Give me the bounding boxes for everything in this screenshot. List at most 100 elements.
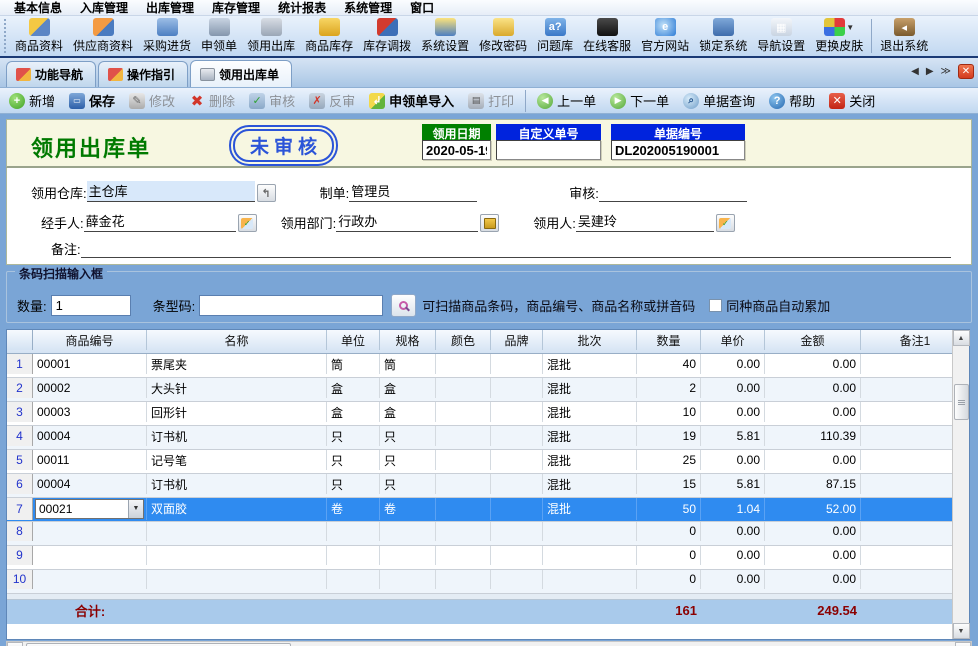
table-cell[interactable] (380, 546, 436, 565)
row-number-cell[interactable]: 5 (7, 450, 33, 470)
table-row[interactable]: 800.000.00 (7, 522, 969, 546)
tab-operation-guide[interactable]: 操作指引 (98, 61, 188, 87)
recipient-value[interactable]: 吴建玲 (576, 211, 714, 232)
column-header[interactable]: 商品编号 (33, 330, 147, 350)
table-row[interactable]: 200002大头针盒盒混批20.000.00 (7, 378, 969, 402)
doc-no-input[interactable] (611, 140, 745, 160)
toolbar-button-website[interactable]: e 官方网站 (636, 16, 694, 56)
table-cell[interactable]: 00002 (33, 378, 147, 398)
table-cell[interactable] (436, 546, 491, 565)
table-cell[interactable]: 筒 (327, 354, 380, 374)
table-cell[interactable]: 混批 (543, 426, 637, 446)
close-button[interactable]: ✕ 关闭 (823, 88, 881, 113)
edit-button[interactable]: ✎ 修改 (123, 88, 181, 113)
table-cell[interactable]: 卷 (327, 498, 380, 520)
table-cell[interactable] (543, 546, 637, 565)
toolbar-button-skin[interactable]: ▼ 更换皮肤 (810, 16, 868, 56)
recipient-picker-button[interactable]: ✓ (716, 214, 735, 232)
toolbar-button-purchase[interactable]: 采购进货 (138, 16, 196, 56)
toolbar-button-issue-out[interactable]: 领用出库 (242, 16, 300, 56)
table-cell[interactable] (436, 426, 491, 446)
table-cell[interactable]: 盒 (327, 402, 380, 422)
table-cell[interactable]: 00011 (33, 450, 147, 470)
table-cell[interactable]: 0 (637, 570, 701, 589)
help-button[interactable]: ? 帮助 (763, 88, 821, 113)
query-orders-button[interactable]: ⌕ 单据查询 (677, 88, 761, 113)
table-cell[interactable]: 0.00 (701, 570, 765, 589)
table-cell[interactable]: 0.00 (765, 570, 861, 589)
table-cell[interactable]: 19 (637, 426, 701, 446)
row-number-cell[interactable]: 1 (7, 354, 33, 374)
table-cell[interactable] (543, 570, 637, 589)
table-cell[interactable]: 0.00 (765, 378, 861, 398)
table-cell[interactable]: 00021▼ (33, 498, 147, 520)
table-cell[interactable]: 5.81 (701, 426, 765, 446)
import-requisition-button[interactable]: ↲ 申领单导入 (363, 88, 460, 113)
toolbar-button-question[interactable]: a? 问题库 (532, 16, 578, 56)
table-cell[interactable]: 25 (637, 450, 701, 470)
table-cell[interactable] (327, 546, 380, 565)
table-cell[interactable] (543, 522, 637, 541)
table-cell[interactable]: 0 (637, 522, 701, 541)
column-header[interactable]: 批次 (543, 330, 637, 350)
menu-outbound[interactable]: 出库管理 (137, 0, 203, 16)
table-cell[interactable]: 0.00 (765, 546, 861, 565)
table-cell[interactable] (33, 570, 147, 589)
table-cell[interactable]: 00004 (33, 426, 147, 446)
row-number-cell[interactable]: 6 (7, 474, 33, 494)
toolbar-button-transfer[interactable]: 库存调拨 (358, 16, 416, 56)
row-number-cell[interactable]: 9 (7, 546, 33, 565)
toolbar-button-exit[interactable]: ◂ 退出系统 (875, 16, 933, 56)
table-cell[interactable]: 10 (637, 402, 701, 422)
table-cell[interactable]: 87.15 (765, 474, 861, 494)
print-button[interactable]: ▤ 打印 (462, 88, 520, 113)
toolbar-button-password[interactable]: 修改密码 (474, 16, 532, 56)
scroll-right-icon[interactable]: ▶ (955, 642, 971, 646)
table-cell[interactable]: 00001 (33, 354, 147, 374)
table-cell[interactable] (491, 522, 543, 541)
table-cell[interactable]: 0.00 (701, 546, 765, 565)
table-cell[interactable]: 盒 (327, 378, 380, 398)
auto-accumulate-checkbox[interactable] (709, 299, 722, 312)
table-cell[interactable] (327, 570, 380, 589)
table-cell[interactable]: 盒 (380, 402, 436, 422)
new-button[interactable]: + 新增 (3, 88, 61, 113)
toolbar-button-requisition[interactable]: 申领单 (196, 16, 242, 56)
table-cell[interactable]: 记号笔 (147, 450, 327, 470)
product-code-combobox[interactable]: 00021▼ (35, 499, 144, 519)
table-cell[interactable]: 52.00 (765, 498, 861, 520)
table-cell[interactable] (33, 546, 147, 565)
scroll-down-icon[interactable]: ▼ (953, 623, 970, 639)
table-cell[interactable] (380, 570, 436, 589)
table-cell[interactable]: 只 (327, 474, 380, 494)
column-header[interactable]: 金额 (765, 330, 861, 350)
table-cell[interactable]: 50 (637, 498, 701, 520)
combobox-dropdown-icon[interactable]: ▼ (128, 500, 143, 518)
toolbar-button-suppliers[interactable]: 供应商资料 (68, 16, 138, 56)
table-cell[interactable] (491, 546, 543, 565)
table-cell[interactable] (380, 522, 436, 541)
table-cell[interactable]: 票尾夹 (147, 354, 327, 374)
table-cell[interactable]: 混批 (543, 402, 637, 422)
column-header[interactable]: 数量 (637, 330, 701, 350)
menu-window[interactable]: 窗口 (401, 0, 443, 16)
table-cell[interactable]: 只 (327, 450, 380, 470)
warehouse-picker-button[interactable]: ↰ (257, 184, 276, 202)
table-cell[interactable]: 订书机 (147, 426, 327, 446)
column-header[interactable]: 规格 (380, 330, 436, 350)
table-cell[interactable] (491, 474, 543, 494)
table-cell[interactable]: 回形针 (147, 402, 327, 422)
table-row[interactable]: 1000.000.00 (7, 570, 969, 594)
table-cell[interactable] (147, 546, 327, 565)
table-row[interactable]: 500011记号笔只只混批250.000.00 (7, 450, 969, 474)
table-row[interactable]: 600004订书机只只混批155.8187.15 (7, 474, 969, 498)
table-cell[interactable] (33, 522, 147, 541)
table-cell[interactable]: 只 (380, 426, 436, 446)
row-number-cell[interactable]: 3 (7, 402, 33, 422)
table-row[interactable]: 300003回形针盒盒混批100.000.00 (7, 402, 969, 426)
table-cell[interactable] (491, 426, 543, 446)
table-cell[interactable]: 混批 (543, 354, 637, 374)
column-header[interactable]: 单位 (327, 330, 380, 350)
menu-inventory[interactable]: 库存管理 (203, 0, 269, 16)
menu-basic-info[interactable]: 基本信息 (5, 0, 71, 16)
